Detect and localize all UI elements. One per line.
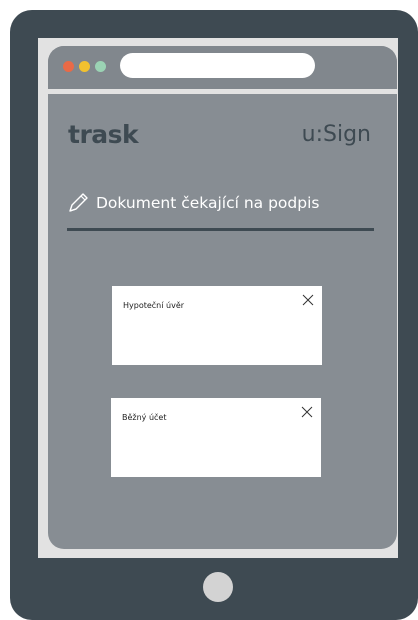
close-icon[interactable] bbox=[302, 294, 314, 306]
browser-window: trask u:Sign Dokument čekající na podpis… bbox=[48, 46, 397, 549]
home-button[interactable] bbox=[203, 572, 233, 602]
window-close-dot[interactable] bbox=[63, 61, 74, 72]
browser-toolbar bbox=[48, 46, 397, 89]
section-title: Dokument čekající na podpis bbox=[96, 194, 320, 212]
close-icon[interactable] bbox=[301, 406, 313, 418]
toolbar-divider bbox=[48, 89, 397, 94]
document-title: Hypoteční úvěr bbox=[123, 301, 185, 310]
address-bar[interactable] bbox=[120, 53, 315, 78]
heading-underline bbox=[67, 228, 374, 231]
product-name: u:Sign bbox=[301, 122, 371, 147]
window-maximize-dot[interactable] bbox=[95, 61, 106, 72]
document-title: Běžný účet bbox=[122, 413, 167, 422]
document-card[interactable]: Běžný účet bbox=[111, 398, 321, 477]
document-card[interactable]: Hypoteční úvěr bbox=[112, 286, 322, 365]
brand-logo: trask bbox=[68, 120, 139, 149]
section-heading: Dokument čekající na podpis bbox=[66, 192, 319, 214]
window-minimize-dot[interactable] bbox=[79, 61, 90, 72]
pencil-icon bbox=[69, 193, 88, 212]
